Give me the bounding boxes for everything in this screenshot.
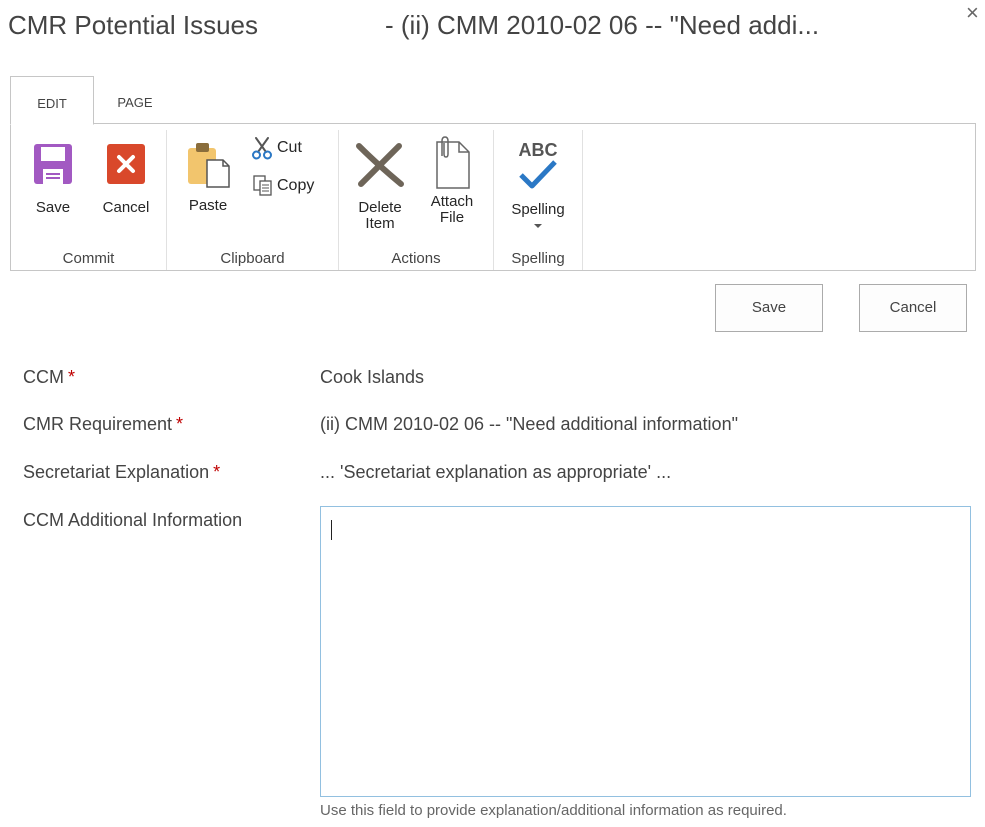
ribbon-cancel-button[interactable]: Cancel: [93, 144, 159, 216]
spelling-group-label: Spelling: [511, 250, 565, 267]
copy-button[interactable]: Copy: [253, 175, 314, 197]
paste-label: Paste: [188, 197, 228, 214]
field-label-ccm: CCM *: [23, 367, 75, 388]
attach-file-button[interactable]: Attach File: [421, 136, 483, 226]
field-label-cmr-requirement-text: CMR Requirement: [23, 414, 173, 434]
required-marker: *: [176, 414, 184, 434]
paste-icon: [188, 143, 230, 188]
close-icon[interactable]: ×: [966, 2, 979, 24]
paperclip-icon: [436, 136, 470, 189]
text-caret: [331, 520, 332, 540]
tab-edit[interactable]: EDIT: [10, 76, 94, 125]
field-label-secretariat-explanation-text: Secretariat Explanation: [23, 462, 210, 482]
clipboard-group: Paste Cut Copy Clipboard: [167, 124, 338, 270]
delete-item-label-2: Item: [365, 215, 395, 232]
form-save-button[interactable]: Save: [715, 284, 823, 332]
field-label-secretariat-explanation: Secretariat Explanation *: [23, 462, 220, 483]
ribbon: Save Cancel Commit Paste Cut Copy Clipbo…: [10, 123, 976, 271]
field-label-ccm-additional-information: CCM Additional Information: [23, 510, 243, 530]
delete-item-label-1: Delete: [358, 199, 402, 216]
required-marker: *: [213, 462, 221, 482]
copy-label: Copy: [277, 177, 315, 194]
field-label-cmr-requirement: CMR Requirement *: [23, 414, 183, 435]
actions-group: Delete Item Attach File Actions: [339, 124, 493, 270]
cut-button[interactable]: Cut: [251, 136, 302, 160]
ribbon-save-label: Save: [35, 199, 71, 216]
form-cancel-button[interactable]: Cancel: [859, 284, 967, 332]
spelling-icon: ABC: [513, 138, 563, 194]
cancel-icon: [107, 144, 145, 184]
paste-button[interactable]: Paste: [179, 140, 237, 214]
ribbon-divider: [582, 130, 583, 270]
dialog-title-item: - (ii) CMM 2010-02 06 -- "Need addi...: [385, 10, 820, 40]
required-marker: *: [68, 367, 76, 387]
delete-x-icon: [356, 143, 404, 187]
spelling-group: ABC Spelling Spelling: [494, 124, 582, 270]
ribbon-cancel-label: Cancel: [102, 199, 150, 216]
ccm-additional-information-input[interactable]: [320, 506, 971, 797]
clipboard-group-label: Clipboard: [220, 250, 285, 267]
attach-file-label-2: File: [439, 209, 465, 226]
field-value-cmr-requirement: (ii) CMM 2010-02 06 -- "Need additional …: [320, 414, 738, 434]
field-label-ccm-text: CCM: [23, 367, 64, 387]
scissors-icon: [252, 137, 272, 160]
spelling-label: Spelling: [511, 201, 565, 218]
cut-label: Cut: [277, 139, 302, 156]
commit-group-label: Commit: [62, 250, 115, 267]
spelling-button[interactable]: ABC Spelling: [502, 138, 574, 228]
copy-icon: [253, 175, 272, 196]
delete-item-button[interactable]: Delete Item: [349, 142, 411, 232]
checkmark-icon: [519, 160, 557, 189]
spelling-abc-text: ABC: [518, 140, 558, 160]
ribbon-save-button[interactable]: Save: [23, 144, 83, 216]
field-hint: Use this field to provide explanation/ad…: [320, 802, 787, 819]
tab-page[interactable]: PAGE: [102, 76, 168, 123]
chevron-down-icon: [534, 224, 542, 228]
dialog-title-list: CMR Potential Issues: [8, 10, 258, 40]
field-value-ccm: Cook Islands: [320, 367, 425, 387]
dialog-title: CMR Potential Issues - (ii) CMM 2010-02 …: [8, 10, 819, 41]
actions-group-label: Actions: [391, 250, 441, 267]
save-icon: [34, 144, 72, 184]
field-value-secretariat-explanation: ... 'Secretariat explanation as appropri…: [320, 462, 672, 482]
attach-file-label-1: Attach: [430, 193, 474, 210]
commit-group: Save Cancel Commit: [11, 124, 166, 270]
